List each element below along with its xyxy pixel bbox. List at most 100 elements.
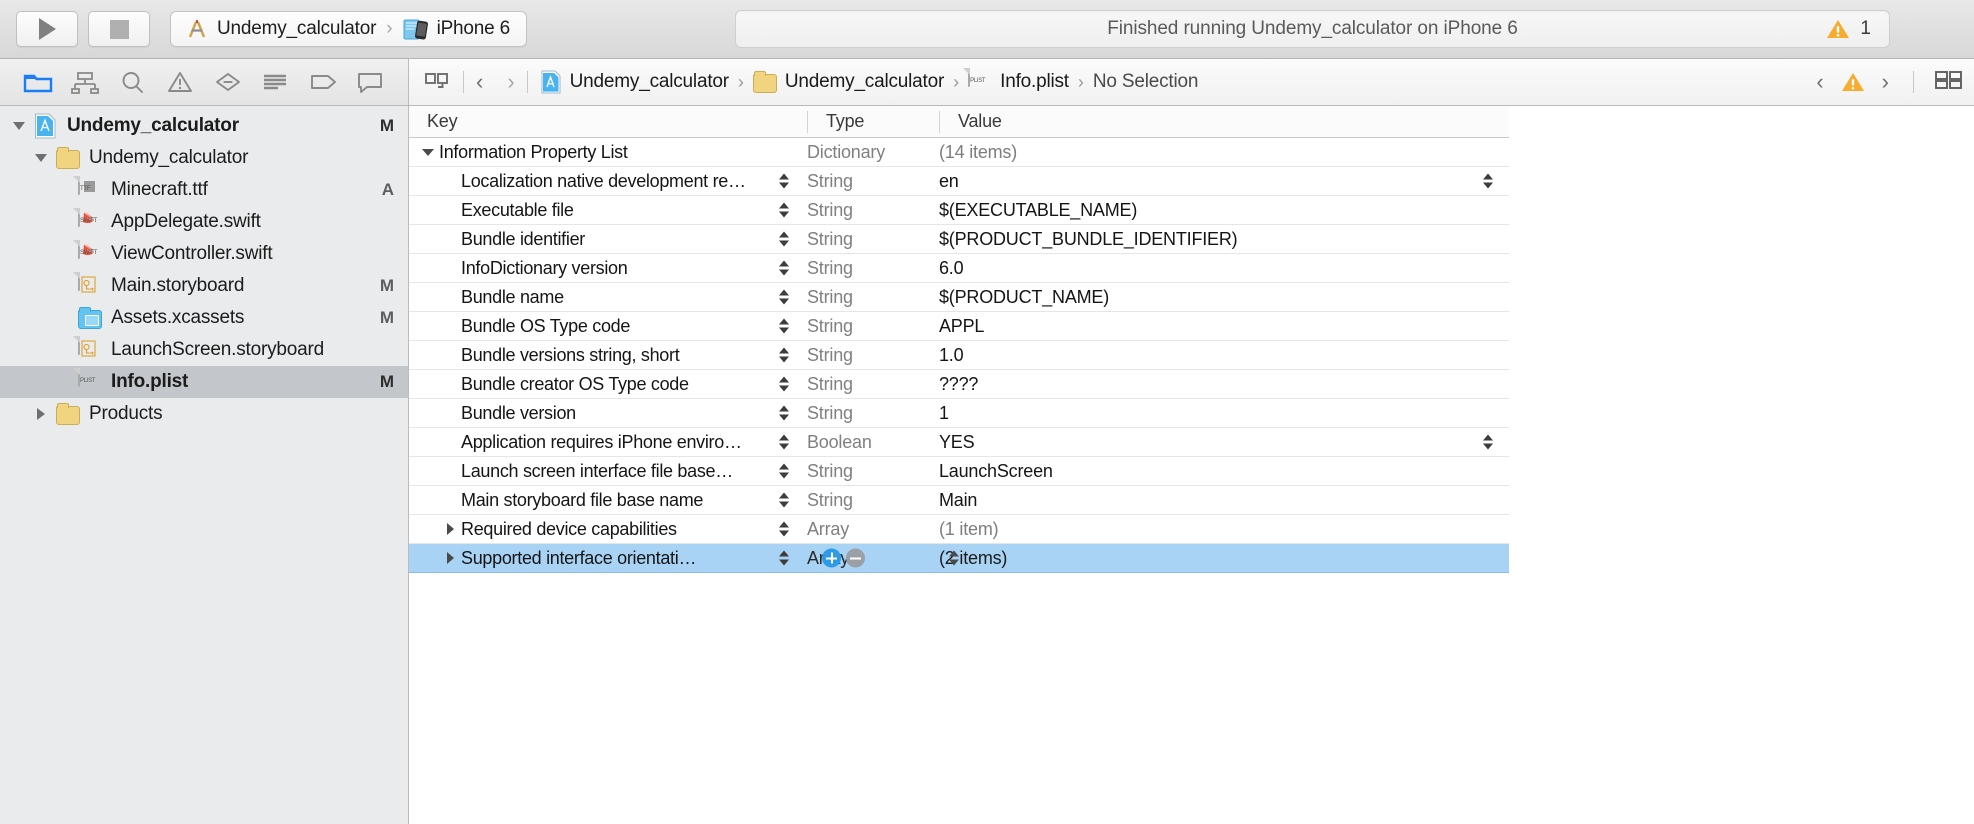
- plist-row[interactable]: Localization native development re… Strin…: [409, 167, 1509, 196]
- sidebar-item-report-navigator[interactable]: [353, 67, 387, 97]
- breadcrumb-item-file[interactable]: PLIST Info.plist: [968, 68, 1069, 95]
- plist-value-cell[interactable]: (2 items): [939, 548, 1509, 569]
- plist-key-cell[interactable]: Supported interface orientati…: [409, 544, 865, 572]
- key-stepper[interactable]: [779, 521, 789, 537]
- disclosure-triangle[interactable]: [10, 110, 28, 142]
- plist-key-cell[interactable]: Bundle version: [409, 399, 807, 427]
- remove-row-minus-icon[interactable]: [846, 548, 865, 568]
- sidebar-item-issue-navigator[interactable]: [163, 67, 197, 97]
- key-stepper[interactable]: [779, 202, 789, 218]
- plist-row[interactable]: Bundle name String $(PRODUCT_NAME): [409, 283, 1509, 312]
- scheme-segment[interactable]: Undemy_calculator: [185, 17, 376, 41]
- breadcrumb-item-project[interactable]: Undemy_calculator: [540, 70, 729, 94]
- plist-type-cell[interactable]: String: [807, 490, 939, 511]
- plist-value-cell[interactable]: 1.0: [939, 345, 1509, 366]
- plist-value-cell[interactable]: $(EXECUTABLE_NAME): [939, 200, 1509, 221]
- forward-button[interactable]: ›: [507, 69, 514, 95]
- sidebar-file-row[interactable]: Main.storyboard M: [0, 270, 408, 302]
- disclosure-triangle[interactable]: [54, 174, 72, 206]
- plist-value-cell[interactable]: LaunchScreen: [939, 461, 1509, 482]
- key-stepper[interactable]: [779, 405, 789, 421]
- plist-key-cell[interactable]: Required device capabilities: [409, 515, 807, 543]
- sidebar-item-debug-navigator[interactable]: [258, 67, 292, 97]
- plist-type-cell[interactable]: String: [807, 403, 939, 424]
- plist-value-cell[interactable]: 1: [939, 403, 1509, 424]
- sidebar-file-row[interactable]: PLIST Info.plist M: [0, 366, 408, 398]
- disclosure-triangle[interactable]: [54, 334, 72, 366]
- related-items-button[interactable]: [423, 69, 451, 96]
- breadcrumb-item-selection[interactable]: No Selection: [1093, 71, 1199, 93]
- disclosure-triangle[interactable]: [32, 398, 50, 430]
- plist-key-cell[interactable]: Information Property List: [409, 138, 807, 166]
- run-button[interactable]: [16, 11, 78, 47]
- plist-type-cell[interactable]: String: [807, 345, 939, 366]
- plist-value-cell[interactable]: 6.0: [939, 258, 1509, 279]
- plist-row[interactable]: Information Property List Dictionary (14 i…: [409, 138, 1509, 167]
- sidebar-file-row[interactable]: SWIFT AppDelegate.swift: [0, 206, 408, 238]
- plist-value-cell[interactable]: (14 items): [939, 142, 1509, 163]
- destination-segment[interactable]: iPhone 6: [403, 17, 510, 41]
- plist-row[interactable]: Bundle OS Type code String APPL: [409, 312, 1509, 341]
- key-stepper[interactable]: [779, 463, 789, 479]
- scheme-selector[interactable]: Undemy_calculator › iPhone 6: [170, 11, 527, 47]
- plist-row[interactable]: Bundle identifier String $(PRODUCT_BUNDLE_…: [409, 225, 1509, 254]
- plist-value-cell[interactable]: YES: [939, 432, 1509, 453]
- plist-row[interactable]: InfoDictionary version String 6.0: [409, 254, 1509, 283]
- type-stepper[interactable]: [949, 550, 959, 566]
- value-stepper[interactable]: [1483, 434, 1493, 450]
- plist-row[interactable]: Bundle creator OS Type code String????: [409, 370, 1509, 399]
- plist-key-cell[interactable]: Bundle creator OS Type code: [409, 370, 807, 398]
- plist-type-cell[interactable]: String: [807, 229, 939, 250]
- sidebar-item-test-navigator[interactable]: [211, 67, 245, 97]
- sidebar-file-row[interactable]: SWIFT ViewController.swift: [0, 238, 408, 270]
- assistant-editor-button[interactable]: [1934, 69, 1964, 96]
- plist-type-cell[interactable]: Array: [807, 519, 939, 540]
- plist-value-cell[interactable]: ????: [939, 374, 1509, 395]
- key-stepper[interactable]: [779, 260, 789, 276]
- plist-row[interactable]: Application requires iPhone enviro… Boole…: [409, 428, 1509, 457]
- row-disclosure-triangle[interactable]: [439, 552, 461, 564]
- plist-value-cell[interactable]: en: [939, 171, 1509, 192]
- plist-key-cell[interactable]: Localization native development re…: [409, 167, 807, 195]
- plist-type-cell[interactable]: String: [807, 171, 939, 192]
- plist-value-cell[interactable]: APPL: [939, 316, 1509, 337]
- plist-value-cell[interactable]: Main: [939, 490, 1509, 511]
- add-remove-controls[interactable]: [822, 548, 865, 568]
- plist-key-cell[interactable]: Bundle versions string, short: [409, 341, 807, 369]
- row-disclosure-triangle[interactable]: [439, 523, 461, 535]
- plist-type-cell[interactable]: String: [807, 258, 939, 279]
- disclosure-triangle[interactable]: [54, 366, 72, 398]
- project-navigator-panel[interactable]: Undemy_calculator M Undemy_calculator TTF Mi…: [0, 106, 409, 824]
- plist-key-cell[interactable]: InfoDictionary version: [409, 254, 807, 282]
- key-stepper[interactable]: [779, 376, 789, 392]
- sidebar-file-row[interactable]: Assets.xcassets M: [0, 302, 408, 334]
- key-stepper[interactable]: [779, 231, 789, 247]
- plist-value-cell[interactable]: (1 item): [939, 519, 1509, 540]
- key-stepper[interactable]: [779, 492, 789, 508]
- key-stepper[interactable]: [779, 434, 789, 450]
- plist-row[interactable]: Main storyboard file base name String Main: [409, 486, 1509, 515]
- plist-key-cell[interactable]: Launch screen interface file base…: [409, 457, 807, 485]
- sidebar-file-row[interactable]: TTF Minecraft.ttf A: [0, 174, 408, 206]
- column-header-type[interactable]: Type: [807, 110, 939, 133]
- disclosure-triangle[interactable]: [32, 142, 50, 174]
- key-stepper[interactable]: [779, 347, 789, 363]
- plist-row[interactable]: Bundle versions string, short String 1.0: [409, 341, 1509, 370]
- plist-row[interactable]: Executable file String $(EXECUTABLE_NAME): [409, 196, 1509, 225]
- issue-summary[interactable]: 1: [1825, 11, 1871, 47]
- plist-type-cell[interactable]: Dictionary: [807, 142, 939, 163]
- plist-value-cell[interactable]: $(PRODUCT_BUNDLE_IDENTIFIER): [939, 229, 1509, 250]
- plist-type-cell[interactable]: String: [807, 374, 939, 395]
- disclosure-triangle[interactable]: [54, 270, 72, 302]
- plist-key-cell[interactable]: Executable file: [409, 196, 807, 224]
- key-stepper[interactable]: [779, 550, 789, 566]
- back-button[interactable]: ‹: [476, 69, 483, 95]
- disclosure-triangle[interactable]: [54, 302, 72, 334]
- plist-row[interactable]: Required device capabilities Array (1 item…: [409, 515, 1509, 544]
- plist-row[interactable]: Bundle version String 1: [409, 399, 1509, 428]
- plist-key-cell[interactable]: Bundle OS Type code: [409, 312, 807, 340]
- sidebar-file-row[interactable]: Undemy_calculator M: [0, 110, 408, 142]
- sidebar-item-project-navigator[interactable]: [21, 67, 55, 97]
- breadcrumb-item-group[interactable]: Undemy_calculator: [752, 70, 944, 94]
- sidebar-file-row[interactable]: Undemy_calculator: [0, 142, 408, 174]
